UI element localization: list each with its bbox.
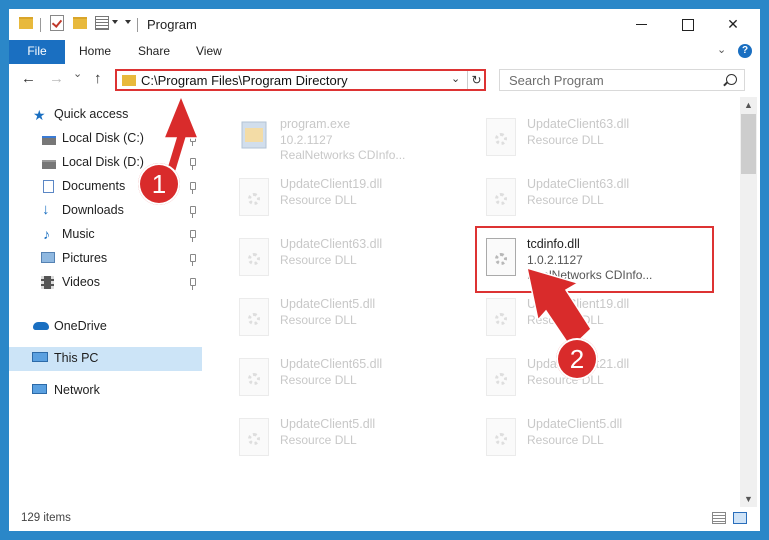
arrow-to-address-bar — [162, 94, 200, 172]
step-badge-1: 1 — [138, 163, 180, 205]
arrow-to-file — [526, 266, 592, 350]
annotation-arrows — [162, 94, 592, 350]
step-badge-2: 2 — [556, 338, 598, 380]
